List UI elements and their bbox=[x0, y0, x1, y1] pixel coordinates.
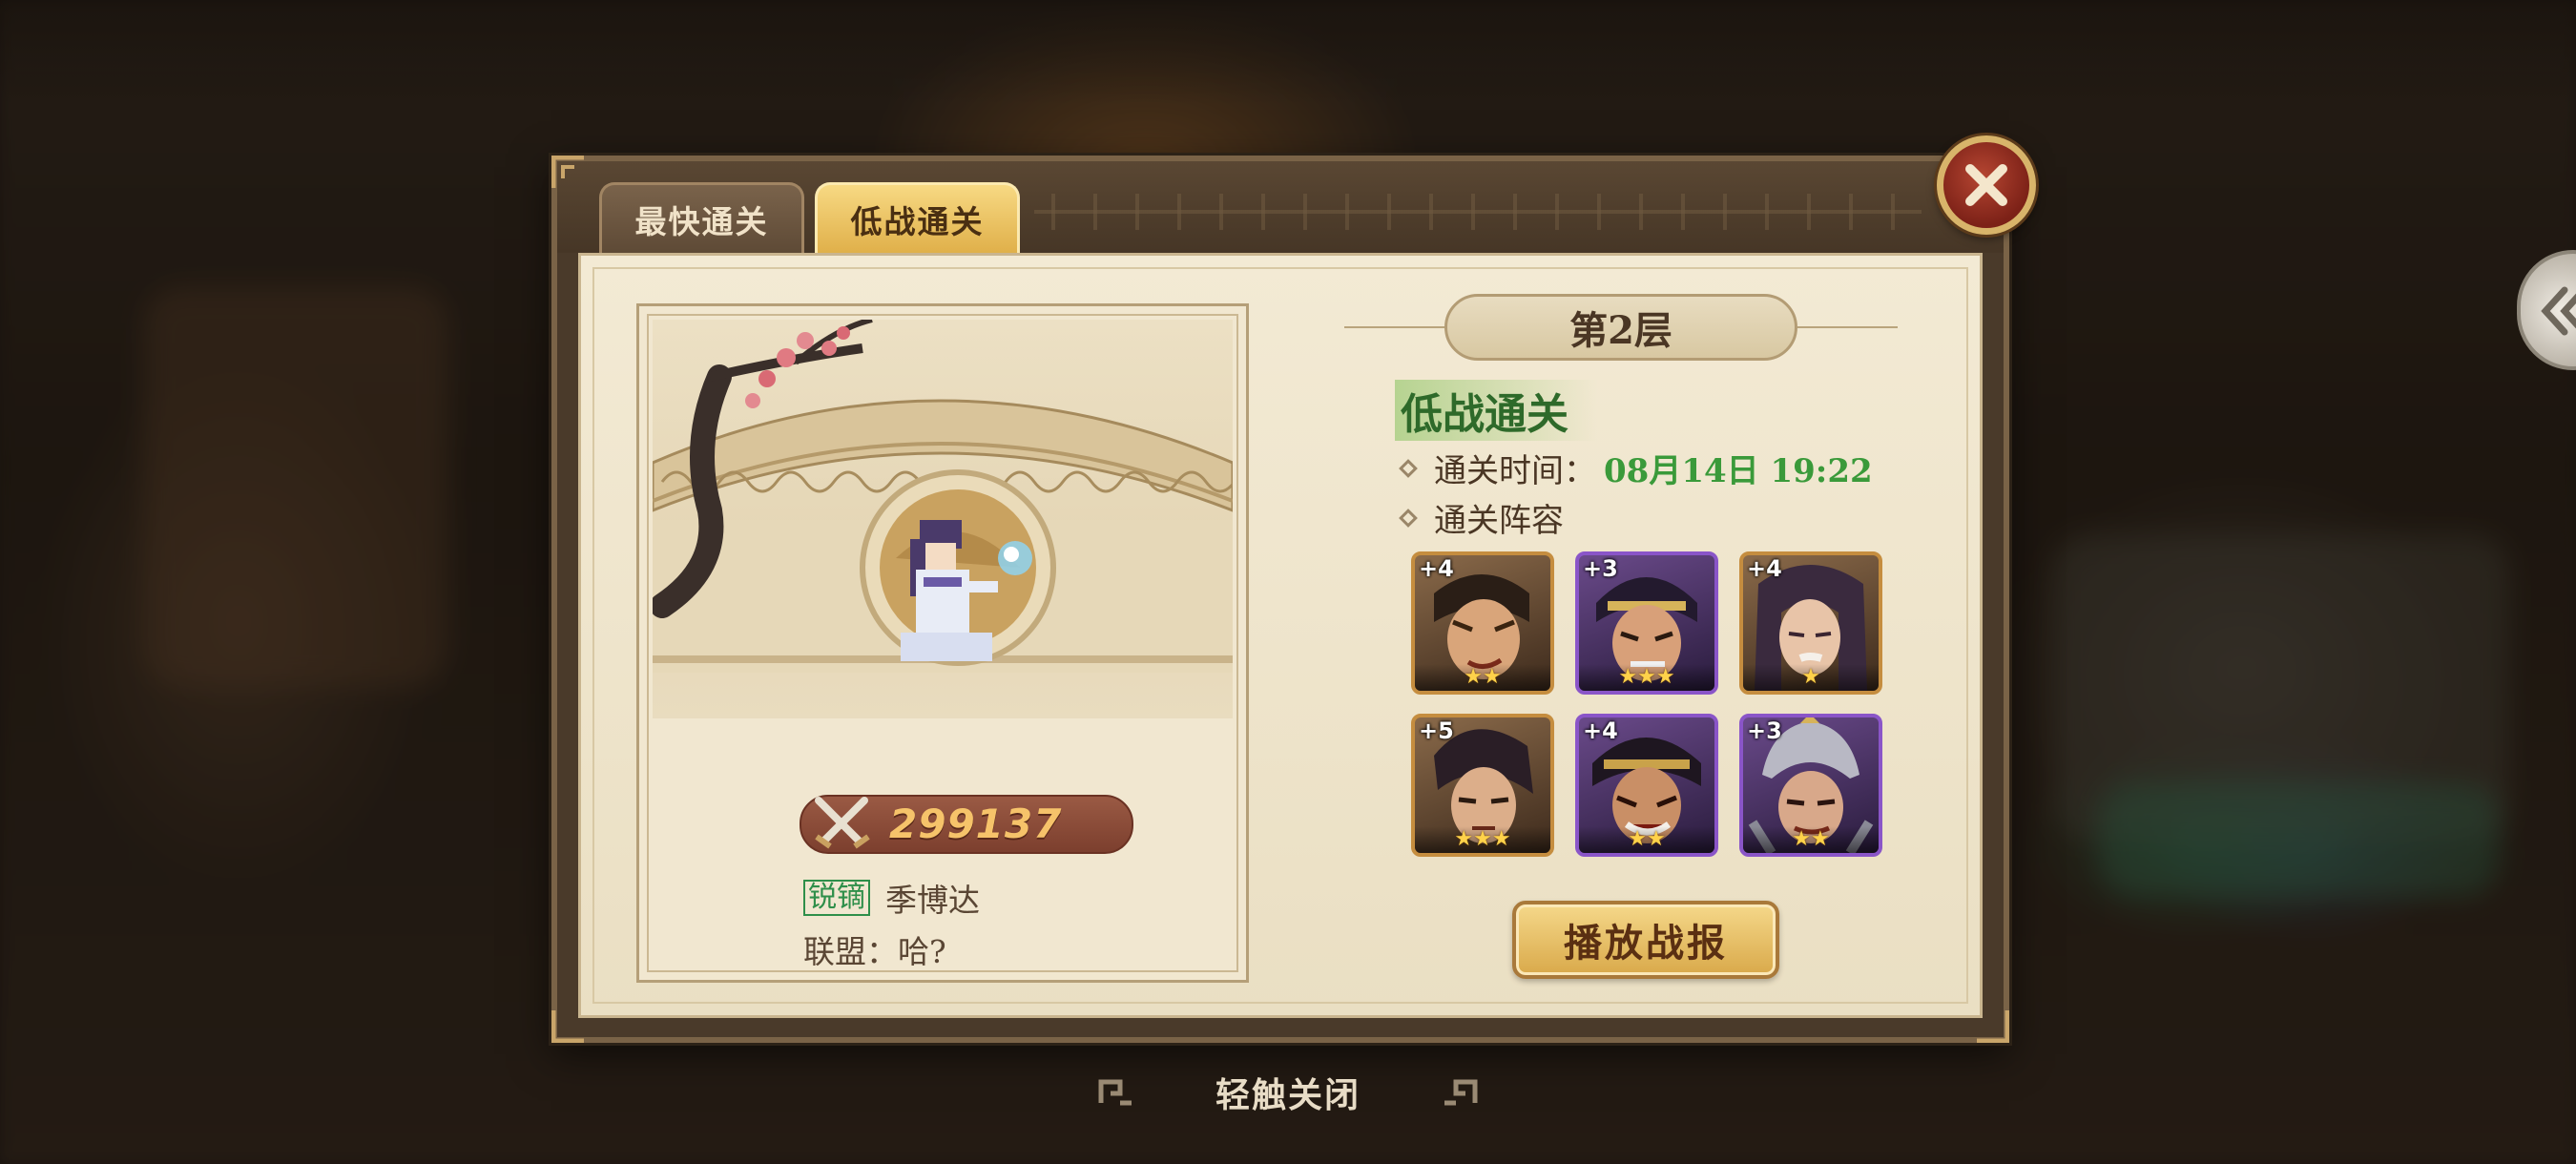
fret-bracket-left-icon bbox=[1098, 1079, 1132, 1106]
courtyard-illustration bbox=[653, 320, 1233, 673]
hero-star-rating: ★ bbox=[1743, 664, 1879, 691]
lineup-label: 通关阵容 bbox=[1434, 502, 1564, 540]
floor-divider-left bbox=[1344, 326, 1444, 328]
hero-plus-level: +4 bbox=[1583, 717, 1618, 744]
play-battle-report-button[interactable]: 播放战报 bbox=[1512, 901, 1779, 979]
diamond-bullet-icon bbox=[1399, 458, 1418, 478]
fret-bracket-right-icon bbox=[1444, 1079, 1478, 1106]
hero-star-rating: ★★★ bbox=[1579, 664, 1714, 691]
player-card: 299137 锐镝 季博达 联盟：哈? bbox=[636, 303, 1249, 983]
tap-to-close-hint[interactable]: 轻触关闭 bbox=[1097, 1064, 1479, 1121]
clear-record-dialog: 最快通关 低战通关 299137 锐镝 季博达 联盟：哈? 第2层 低战通关 通… bbox=[551, 156, 2009, 1043]
mode-heading: 低战通关 bbox=[1395, 380, 1597, 441]
background-top-bar bbox=[0, 0, 2576, 105]
tab-fastest-clear[interactable]: 最快通关 bbox=[599, 182, 804, 253]
tab-label: 最快通关 bbox=[634, 202, 769, 240]
alliance-info: 联盟：哈? bbox=[803, 926, 946, 972]
clear-time-value: 08月14日 19:22 bbox=[1604, 452, 1873, 490]
clear-time-label: 通关时间： bbox=[1434, 452, 1596, 490]
tap-to-close-label: 轻触关闭 bbox=[1215, 1075, 1361, 1115]
diamond-bullet-icon bbox=[1399, 508, 1418, 528]
power-value: 299137 bbox=[889, 800, 1063, 847]
hero-card[interactable]: +5 ★★★ bbox=[1411, 714, 1554, 857]
player-title-badge: 锐镝 bbox=[803, 880, 870, 916]
hero-card[interactable]: +4 ★★ bbox=[1411, 551, 1554, 695]
hero-lineup-grid: +4 ★★ +3 ★★★ +4 ★ +5 ★★★ +4 ★★ +3 ★★ bbox=[1411, 551, 1882, 857]
player-name: 季博达 bbox=[885, 882, 980, 919]
alliance-value: 哈? bbox=[898, 933, 946, 970]
hero-plus-level: +4 bbox=[1419, 555, 1454, 582]
lineup-row: 通关阵容 bbox=[1399, 494, 1564, 541]
alliance-label: 联盟： bbox=[803, 933, 898, 970]
close-icon bbox=[1965, 164, 2007, 206]
double-chevron-left-icon bbox=[2541, 286, 2576, 336]
record-panel: 299137 锐镝 季博达 联盟：哈? 第2层 低战通关 通关时间： 08月14… bbox=[578, 253, 1983, 1018]
hero-plus-level: +3 bbox=[1583, 555, 1618, 582]
hero-card[interactable]: +4 ★★ bbox=[1575, 714, 1718, 857]
power-bar: 299137 bbox=[800, 795, 1133, 854]
fret-ornament bbox=[1034, 194, 1922, 230]
hero-star-rating: ★★ bbox=[1743, 826, 1879, 853]
hero-plus-level: +4 bbox=[1747, 555, 1782, 582]
hero-plus-level: +3 bbox=[1747, 717, 1782, 744]
hero-card[interactable]: +3 ★★★ bbox=[1575, 551, 1718, 695]
hero-plus-level: +5 bbox=[1419, 717, 1454, 744]
corner-ornament-icon bbox=[551, 156, 584, 188]
hero-card[interactable]: +4 ★ bbox=[1739, 551, 1882, 695]
floor-title: 第2层 bbox=[1444, 294, 1797, 361]
hero-star-rating: ★★★ bbox=[1415, 826, 1550, 853]
hero-star-rating: ★★ bbox=[1415, 664, 1550, 691]
crossed-swords-icon bbox=[815, 797, 870, 849]
tab-low-power-clear[interactable]: 低战通关 bbox=[815, 182, 1020, 253]
hero-card[interactable]: +3 ★★ bbox=[1739, 714, 1882, 857]
close-dialog-button[interactable] bbox=[1937, 135, 2036, 235]
hero-star-rating: ★★ bbox=[1579, 826, 1714, 853]
courtyard-scene bbox=[653, 320, 1233, 718]
tab-label: 低战通关 bbox=[850, 202, 985, 240]
floor-divider-right bbox=[1797, 326, 1898, 328]
player-info: 锐镝 季博达 bbox=[803, 875, 980, 921]
clear-time-row: 通关时间： 08月14日 19:22 bbox=[1399, 445, 1873, 491]
